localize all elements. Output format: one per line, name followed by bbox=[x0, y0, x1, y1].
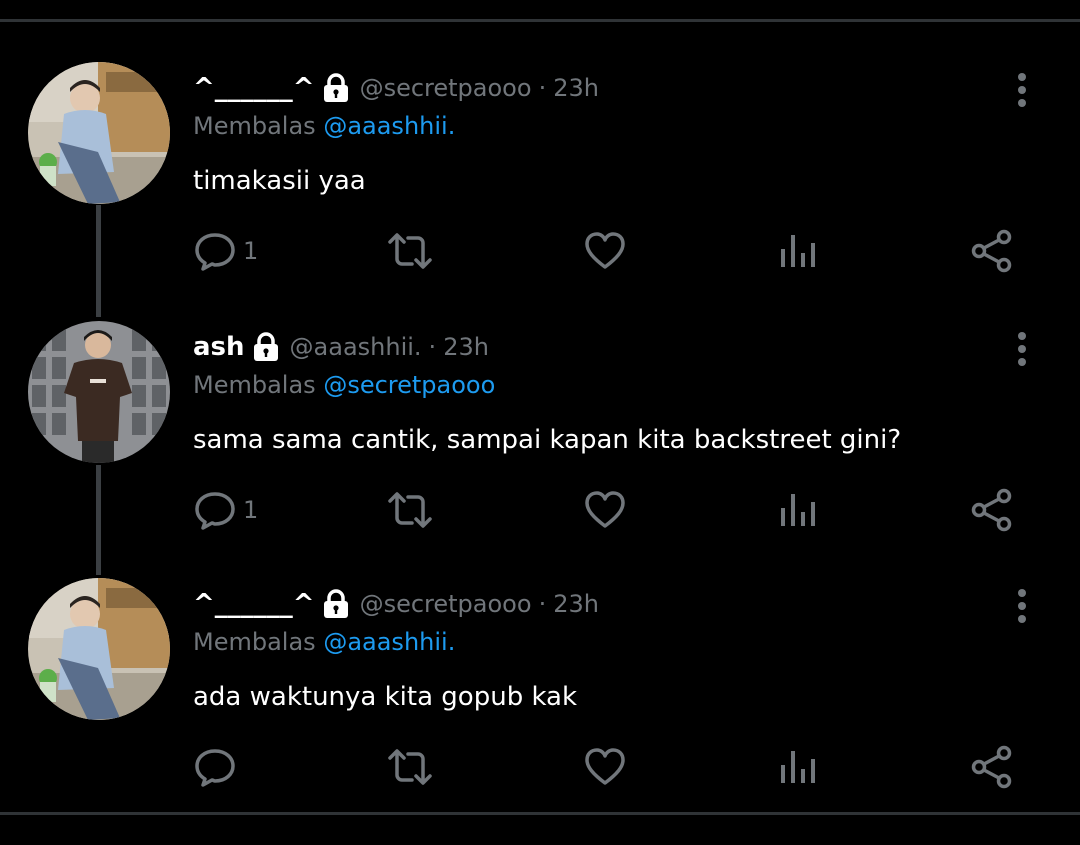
like-button[interactable] bbox=[583, 228, 627, 274]
reply-button[interactable]: 1 bbox=[193, 487, 258, 533]
reply-icon bbox=[195, 749, 235, 787]
retweet-icon bbox=[388, 233, 432, 269]
display-name[interactable]: ^______^ bbox=[193, 589, 315, 619]
user-handle[interactable]: @secretpaooo bbox=[360, 590, 532, 618]
share-button[interactable] bbox=[970, 744, 1014, 790]
replying-to: Membalas @aaashhii. bbox=[193, 628, 455, 656]
reply-icon bbox=[195, 492, 235, 530]
top-divider bbox=[0, 19, 1080, 22]
tweet-text: ada waktunya kita gopub kak bbox=[193, 682, 578, 712]
reply-button[interactable]: 1 bbox=[193, 228, 258, 274]
tweet-header: ash @aaashhii. · 23h bbox=[193, 327, 489, 367]
tweet[interactable]: ash @aaashhii. · 23h Membalas @secretpao… bbox=[0, 321, 1080, 581]
reply-target-link[interactable]: @aaashhii. bbox=[323, 628, 455, 656]
display-name[interactable]: ash bbox=[193, 332, 245, 362]
like-icon bbox=[585, 491, 625, 528]
retweet-button[interactable] bbox=[386, 744, 434, 790]
like-button[interactable] bbox=[583, 744, 627, 790]
replying-to: Membalas @aaashhii. bbox=[193, 112, 455, 140]
reply-icon bbox=[195, 233, 235, 271]
like-icon bbox=[585, 232, 625, 269]
views-icon bbox=[781, 494, 815, 526]
views-button[interactable] bbox=[778, 744, 818, 790]
tweet-header: ^______^ @secretpaooo · 23h bbox=[193, 68, 599, 108]
timestamp[interactable]: 23h bbox=[553, 590, 599, 618]
share-button[interactable] bbox=[970, 228, 1014, 274]
views-icon bbox=[781, 235, 815, 267]
reply-count: 1 bbox=[243, 496, 259, 524]
avatar[interactable] bbox=[28, 578, 170, 720]
reply-target-link[interactable]: @aaashhii. bbox=[323, 112, 455, 140]
user-handle[interactable]: @secretpaooo bbox=[360, 74, 532, 102]
more-vertical-icon bbox=[1018, 73, 1026, 107]
reply-button[interactable] bbox=[193, 744, 243, 790]
separator-dot: · bbox=[538, 590, 547, 618]
avatar[interactable] bbox=[28, 321, 170, 463]
retweet-button[interactable] bbox=[386, 487, 434, 533]
share-icon bbox=[971, 229, 1012, 273]
tweet-text: sama sama cantik, sampai kapan kita back… bbox=[193, 425, 902, 455]
more-options-button[interactable] bbox=[1006, 329, 1038, 369]
timestamp[interactable]: 23h bbox=[553, 74, 599, 102]
action-bar: 1 bbox=[193, 487, 1023, 533]
share-icon bbox=[971, 488, 1012, 532]
like-icon bbox=[585, 748, 625, 785]
replying-to: Membalas @secretpaooo bbox=[193, 371, 495, 399]
user-handle[interactable]: @aaashhii. bbox=[290, 333, 422, 361]
share-icon bbox=[971, 745, 1012, 789]
retweet-button[interactable] bbox=[386, 228, 434, 274]
like-button[interactable] bbox=[583, 487, 627, 533]
more-options-button[interactable] bbox=[1006, 70, 1038, 110]
tweet[interactable]: ^______^ @secretpaooo · 23h Membalas @aa… bbox=[0, 578, 1080, 838]
views-button[interactable] bbox=[778, 487, 818, 533]
lock-icon bbox=[252, 332, 280, 362]
reply-count: 1 bbox=[243, 237, 259, 265]
separator-dot: · bbox=[538, 74, 547, 102]
retweet-icon bbox=[388, 749, 432, 785]
more-vertical-icon bbox=[1018, 589, 1026, 623]
avatar[interactable] bbox=[28, 62, 170, 204]
lock-icon bbox=[322, 589, 350, 619]
tweet-header: ^______^ @secretpaooo · 23h bbox=[193, 584, 599, 624]
tweet-text: timakasii yaa bbox=[193, 166, 366, 196]
display-name[interactable]: ^______^ bbox=[193, 73, 315, 103]
tweet[interactable]: ^______^ @secretpaooo · 23h Membalas @aa… bbox=[0, 62, 1080, 322]
lock-icon bbox=[322, 73, 350, 103]
timestamp[interactable]: 23h bbox=[443, 333, 489, 361]
retweet-icon bbox=[388, 492, 432, 528]
replying-to-label: Membalas bbox=[193, 112, 316, 140]
action-bar: 1 bbox=[193, 228, 1023, 274]
reply-target-link[interactable]: @secretpaooo bbox=[323, 371, 495, 399]
separator-dot: · bbox=[428, 333, 437, 361]
bottom-divider bbox=[0, 812, 1080, 815]
replying-to-label: Membalas bbox=[193, 628, 316, 656]
views-icon bbox=[781, 751, 815, 783]
more-vertical-icon bbox=[1018, 332, 1026, 366]
share-button[interactable] bbox=[970, 487, 1014, 533]
more-options-button[interactable] bbox=[1006, 586, 1038, 626]
views-button[interactable] bbox=[778, 228, 818, 274]
action-bar bbox=[193, 744, 1023, 790]
replying-to-label: Membalas bbox=[193, 371, 316, 399]
